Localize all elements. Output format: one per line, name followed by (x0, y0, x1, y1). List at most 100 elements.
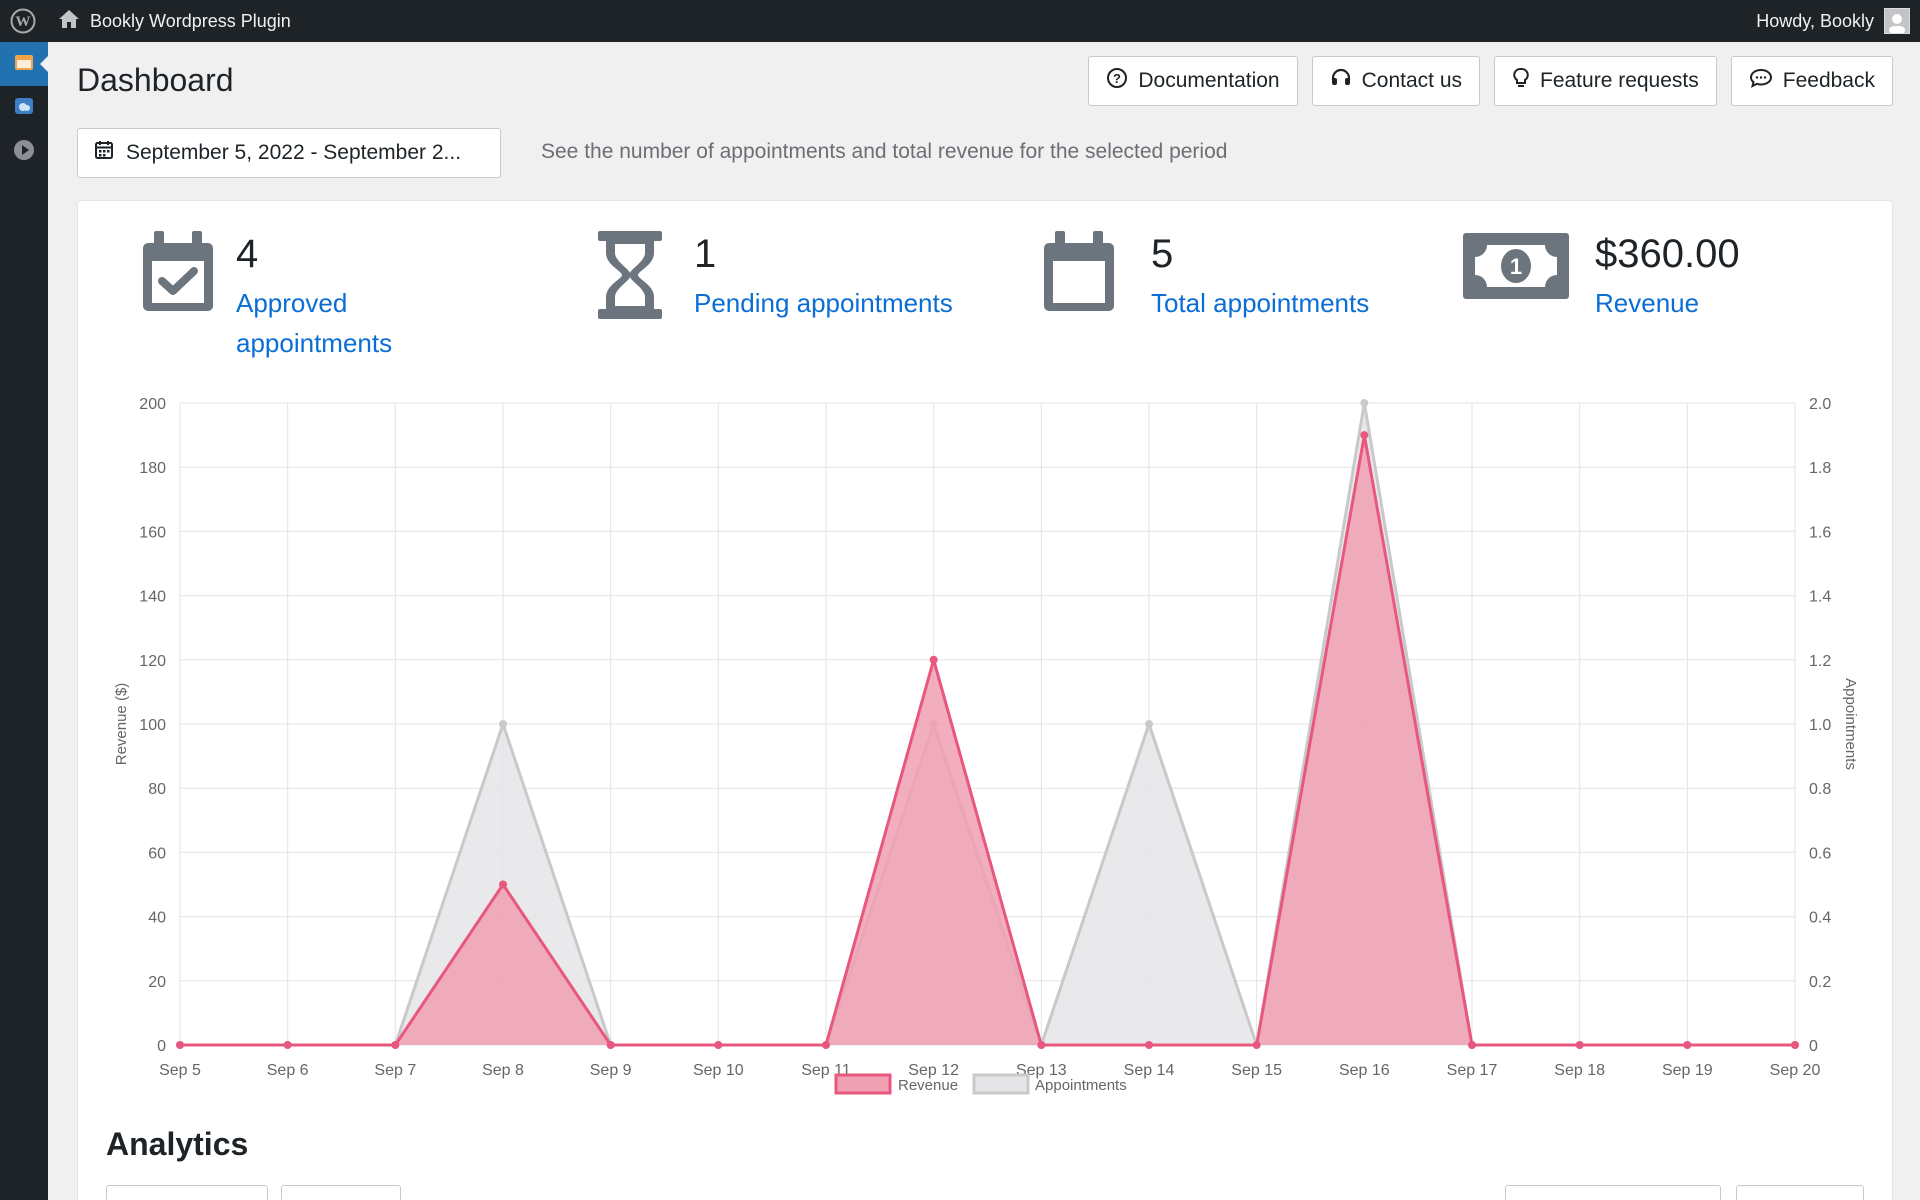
comment-icon (1749, 67, 1773, 95)
x-tick-label: Sep 14 (1124, 1062, 1175, 1079)
approved-link[interactable]: Approved appointments (236, 283, 436, 363)
appointments-series-point (1145, 720, 1153, 728)
revenue-series-point (1575, 1041, 1584, 1049)
revenue-series-point (1791, 1041, 1799, 1049)
y-tick-label: 200 (139, 396, 166, 413)
analytics-filter-button[interactable] (106, 1185, 268, 1200)
period-hint: See the number of appointments and total… (541, 140, 1228, 163)
money-bill-icon: 1 (1461, 231, 1595, 323)
calendar-menu-icon (14, 53, 34, 76)
admin-bar: W Bookly Wordpress Plugin Howdy, Bookly (0, 0, 1920, 42)
y-tick-label: 20 (148, 974, 166, 991)
menu-item-media[interactable] (0, 130, 48, 174)
y-tick-label: 160 (139, 524, 166, 541)
revenue-series-point (1252, 1041, 1261, 1049)
home-icon (58, 9, 80, 34)
wordpress-logo-icon[interactable]: W (0, 0, 46, 42)
x-tick-label: Sep 18 (1554, 1062, 1605, 1079)
x-tick-label: Sep 5 (159, 1062, 201, 1079)
revenue-appointments-chart: 0 0 20 0.2 40 0.4 60 0.6 80 0.8 100 1.0 120 1.2 140 1.4… (113, 396, 1859, 1095)
menu-item-cloud[interactable] (0, 86, 48, 130)
y-tick-label: 120 (139, 653, 166, 670)
documentation-button[interactable]: ? Documentation (1088, 56, 1298, 106)
legend-label-revenue: Revenue (898, 1077, 958, 1094)
svg-text:?: ? (1113, 71, 1121, 86)
question-circle-icon: ? (1106, 67, 1128, 95)
avatar (1884, 8, 1910, 34)
x-tick-label: Sep 15 (1231, 1062, 1282, 1079)
revenue-series-point (283, 1041, 292, 1049)
x-tick-label: Sep 17 (1447, 1062, 1498, 1079)
svg-text:W: W (16, 14, 31, 30)
stat-total: 5 Total appointments (1041, 231, 1369, 323)
x-tick-label: Sep 7 (374, 1062, 416, 1079)
admin-side-menu (0, 42, 48, 1200)
revenue-appointments-chart-container: 0 0 20 0.2 40 0.4 60 0.6 80 0.8 100 1.0 120 1.2 140 1.4… (78, 381, 1894, 1126)
revenue-series-point (391, 1041, 400, 1049)
contact-us-button[interactable]: Contact us (1311, 56, 1480, 106)
total-link[interactable]: Total appointments (1151, 283, 1369, 323)
dashboard-card: 4 Approved appointments 1 Pending appoin… (77, 200, 1893, 1200)
y2-tick-label: 1.2 (1809, 653, 1831, 670)
feedback-button[interactable]: Feedback (1730, 56, 1893, 106)
y2-tick-label: 0 (1809, 1038, 1818, 1055)
stat-revenue: 1 $360.00 Revenue (1461, 231, 1740, 323)
revenue-series-point (1145, 1041, 1153, 1049)
lightbulb-icon (1512, 67, 1530, 95)
y-tick-label: 80 (148, 781, 166, 798)
y2-tick-label: 0.2 (1809, 974, 1831, 991)
revenue-link[interactable]: Revenue (1595, 283, 1740, 323)
legend-swatch-revenue (834, 1073, 892, 1095)
cloud-menu-icon (14, 97, 34, 120)
y-axis-title: Revenue ($) (113, 683, 130, 766)
y-tick-label: 0 (157, 1038, 166, 1055)
y-tick-label: 180 (139, 460, 166, 477)
y2-tick-label: 0.8 (1809, 781, 1831, 798)
feature-requests-button[interactable]: Feature requests (1494, 56, 1717, 106)
appointments-series-point (499, 720, 507, 728)
revenue-series-point (714, 1041, 723, 1049)
appointments-series-point (1360, 399, 1369, 407)
revenue-series-point (1468, 1041, 1476, 1049)
y-tick-label: 140 (139, 589, 166, 606)
analytics-action-button[interactable] (1505, 1185, 1721, 1200)
date-range-value: September 5, 2022 - September 2... (126, 141, 462, 164)
legend-swatch-appointments (972, 1073, 1030, 1095)
documentation-label: Documentation (1138, 69, 1280, 92)
contact-us-label: Contact us (1361, 69, 1462, 92)
x-tick-label: Sep 9 (590, 1062, 632, 1079)
analytics-action-button[interactable] (1736, 1185, 1864, 1200)
y2-tick-label: 1.8 (1809, 460, 1831, 477)
x-tick-label: Sep 16 (1339, 1062, 1390, 1079)
total-count: 5 (1151, 232, 1174, 276)
date-range-picker[interactable]: September 5, 2022 - September 2... (77, 128, 501, 178)
y2-tick-label: 1.0 (1809, 717, 1831, 734)
header-buttons: ? Documentation Contact us Feature reque… (1088, 56, 1893, 106)
account-menu[interactable]: Howdy, Bookly (1756, 0, 1910, 42)
x-tick-label: Sep 10 (693, 1062, 744, 1079)
revenue-series-point (822, 1041, 830, 1049)
pending-count: 1 (694, 232, 717, 276)
analytics-filter-button[interactable] (281, 1185, 401, 1200)
site-name: Bookly Wordpress Plugin (90, 10, 291, 31)
admin-bar-site-link[interactable]: Bookly Wordpress Plugin (58, 9, 291, 34)
revenue-series-point (606, 1041, 615, 1049)
stat-approved: 4 Approved appointments (140, 231, 436, 363)
calendar-check-icon (140, 231, 236, 363)
revenue-series-area (180, 435, 1795, 1046)
y-tick-label: 100 (139, 717, 166, 734)
play-circle-icon (13, 139, 35, 166)
y-tick-label: 40 (148, 910, 166, 927)
y2-tick-label: 0.4 (1809, 910, 1831, 927)
pending-link[interactable]: Pending appointments (694, 283, 953, 323)
headset-icon (1330, 67, 1352, 95)
menu-item-bookly[interactable] (0, 42, 48, 86)
greeting: Howdy, Bookly (1756, 10, 1874, 31)
y2-tick-label: 0.6 (1809, 845, 1831, 862)
revenue-series-point (176, 1041, 184, 1049)
revenue-series-point (499, 880, 507, 889)
stat-pending: 1 Pending appointments (596, 231, 953, 324)
analytics-heading: Analytics (106, 1126, 249, 1162)
y2-tick-label: 2.0 (1809, 396, 1831, 413)
legend-label-appointments: Appointments (1035, 1077, 1127, 1094)
